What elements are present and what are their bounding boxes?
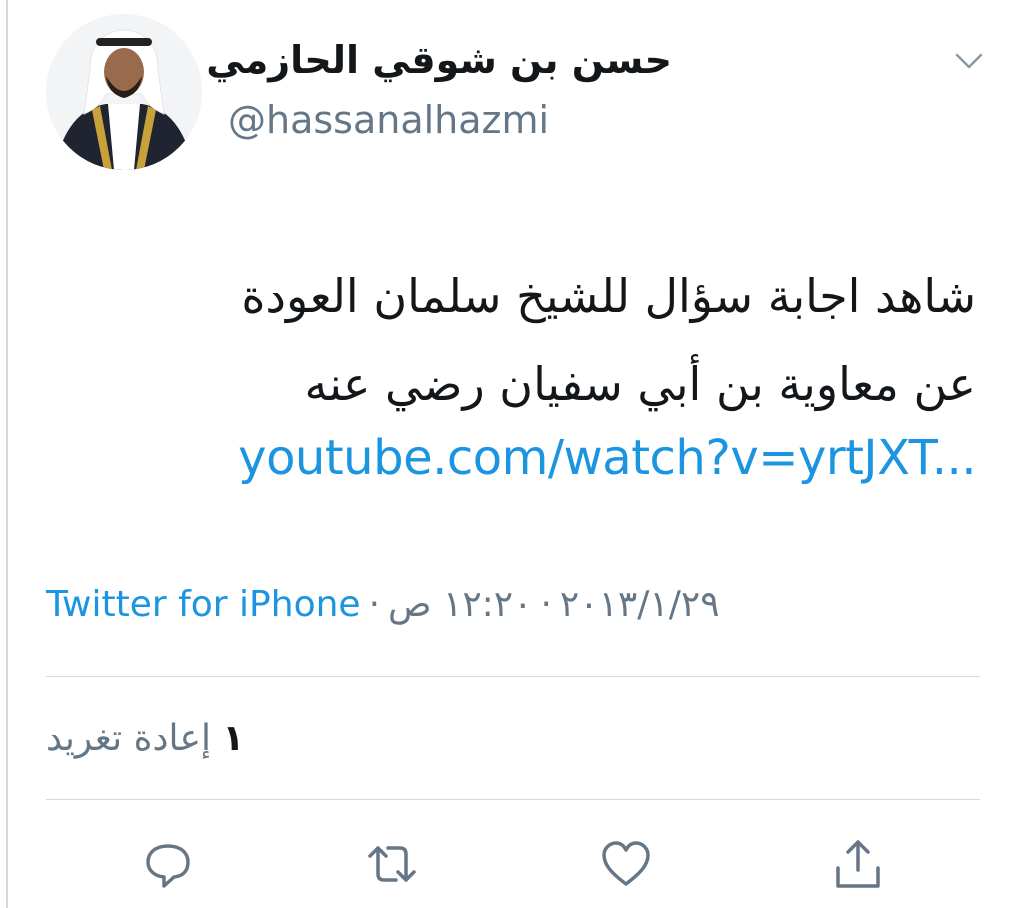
tweet-detail-view: حسن بن شوقي الحازمي @hassanalhazmi شاهد …	[0, 0, 1024, 908]
tweet-text-line: عن معاوية بن أبي سفيان رضي عنه	[304, 357, 976, 411]
share-button[interactable]	[828, 834, 888, 894]
avatar[interactable]	[46, 14, 202, 170]
like-button[interactable]	[596, 834, 656, 894]
retweet-label: إعادة تغريد	[46, 718, 211, 759]
reply-icon	[146, 844, 190, 888]
separator: ·	[368, 584, 381, 625]
divider	[46, 676, 980, 677]
tweet-date[interactable]: ٢٠١٣/١/٢٩	[560, 584, 720, 625]
retweet-button[interactable]	[362, 834, 422, 894]
retweet-count: ١	[222, 718, 245, 759]
tweet-time[interactable]: ١٢:٢٠ ص	[388, 584, 532, 625]
tweet-text-line: شاهد اجابة سؤال للشيخ سلمان العودة	[241, 269, 976, 323]
share-icon	[836, 840, 880, 888]
tweet-text: شاهد اجابة سؤال للشيخ سلمان العودة عن مع…	[56, 252, 976, 428]
separator: ·	[540, 584, 552, 625]
retweet-icon	[368, 846, 416, 882]
display-name[interactable]: حسن بن شوقي الحازمي	[206, 38, 672, 82]
tweet-metadata: Twitter for iPhone · ٢٠١٣/١/٢٩·١٢:٢٠ ص	[46, 584, 720, 625]
heart-icon	[602, 841, 650, 886]
user-handle[interactable]: @hassanalhazmi	[228, 98, 549, 142]
left-border	[6, 0, 8, 908]
tweet-link[interactable]: youtube.com/watch?v=yrtJXT...	[238, 430, 976, 486]
chevron-down-icon[interactable]	[952, 48, 986, 74]
tweet-source-link[interactable]: Twitter for iPhone	[46, 584, 361, 625]
reply-button[interactable]	[138, 834, 198, 894]
divider	[46, 799, 980, 800]
retweet-stats[interactable]: ١ إعادة تغريد	[46, 718, 244, 759]
